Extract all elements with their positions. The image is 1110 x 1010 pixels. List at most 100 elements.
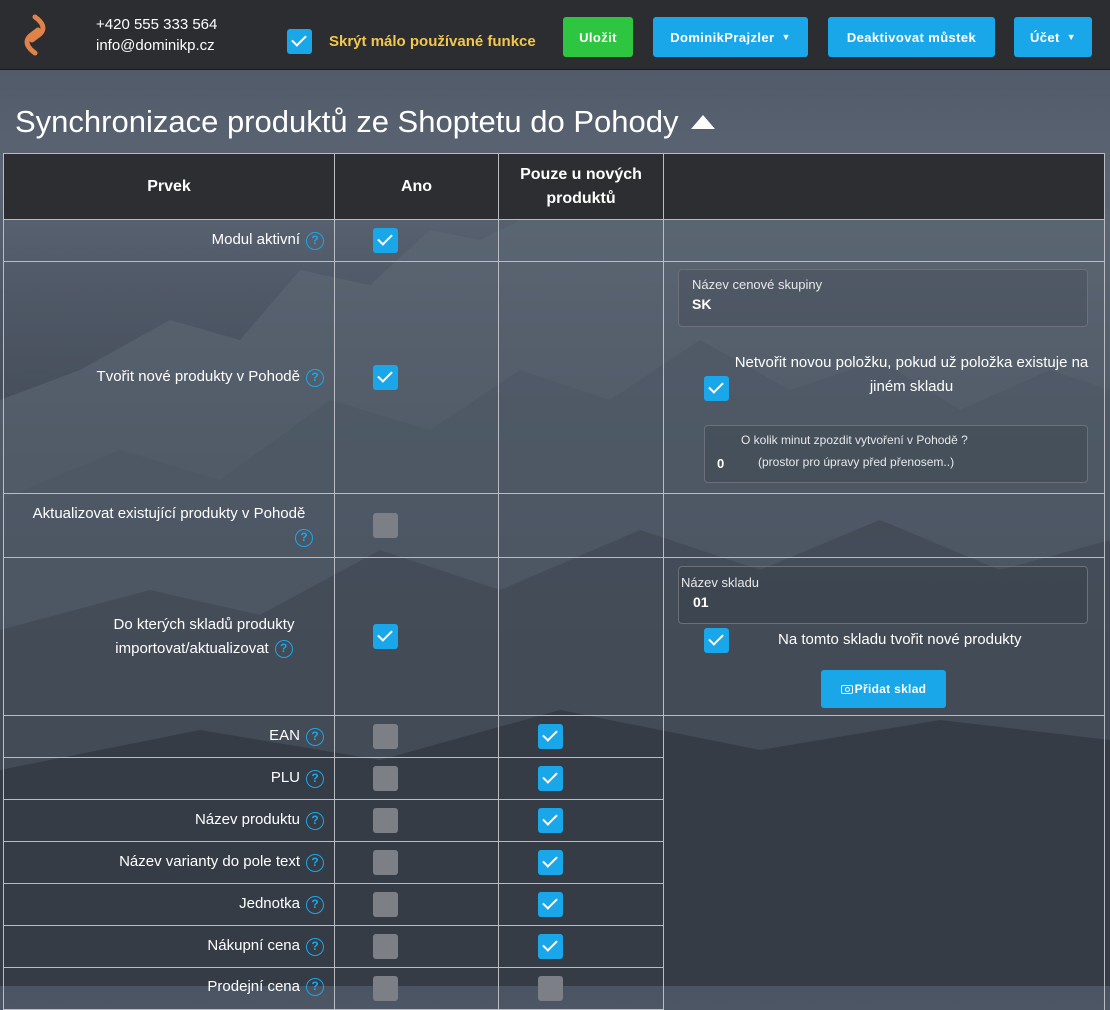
warehouse-options-cell: Název skladu 01 Na tomto skladu tvořit n…	[663, 557, 1105, 716]
caret-down-icon: ▼	[1066, 32, 1077, 42]
table-row: Do kterých skladů produkty importovat/ak…	[3, 557, 1105, 716]
yes-cell	[334, 757, 499, 800]
yes-checkbox[interactable]	[373, 808, 398, 833]
yes-cell	[334, 493, 499, 558]
new-only-checkbox[interactable]	[538, 934, 563, 959]
yes-checkbox[interactable]	[373, 850, 398, 875]
new-only-cell	[498, 261, 664, 494]
yes-checkbox[interactable]	[373, 624, 398, 649]
yes-cell	[334, 799, 499, 842]
delay-label: O kolik minut zpozdit vytvoření v Pohodě…	[741, 433, 968, 447]
warehouse-name-field[interactable]: Název skladu 01	[678, 566, 1088, 624]
dont-create-if-exists-label: Netvořit novou položku, pokud už položka…	[734, 354, 1089, 395]
user-dropdown-button[interactable]: DominikPrajzler ▼	[653, 17, 808, 57]
page-title-text: Synchronizace produktů ze Shoptetu do Po…	[15, 104, 679, 139]
account-dropdown-label: Účet	[1029, 29, 1060, 45]
row-label-text: Název varianty do pole text	[119, 853, 300, 871]
hide-rare-features-toggle[interactable]: Skrýt málo používané funkce	[287, 29, 536, 54]
yes-cell	[334, 261, 499, 494]
row-label-text: Nákupní cena	[207, 937, 300, 955]
yes-cell	[334, 219, 499, 262]
row-label-text: Aktualizovat existující produkty v Pohod…	[32, 504, 306, 522]
help-icon[interactable]: ?	[306, 231, 324, 250]
hide-rare-checkbox[interactable]	[287, 29, 312, 54]
top-bar: +420 555 333 564 info@dominikp.cz Skrýt …	[0, 0, 1110, 70]
row-label-text: PLU	[270, 769, 300, 787]
yes-checkbox[interactable]	[373, 724, 398, 749]
new-only-cell	[498, 557, 664, 716]
help-icon[interactable]: ?	[306, 937, 324, 956]
row-label: Do kterých skladů produkty importovat/ak…	[3, 557, 335, 716]
warehouse-name-value[interactable]: 01	[693, 594, 1087, 610]
new-only-checkbox[interactable]	[538, 724, 563, 749]
options-cell	[663, 493, 1105, 558]
help-icon[interactable]: ?	[274, 639, 293, 658]
help-icon[interactable]: ?	[295, 528, 313, 547]
phone-number: +420 555 333 564	[96, 16, 218, 33]
new-only-cell	[498, 799, 664, 842]
table-header-row: Prvek Ano Pouze u nových produktů	[3, 153, 1105, 220]
help-icon[interactable]: ?	[306, 853, 324, 872]
row-label: Název varianty do pole text?	[3, 841, 335, 884]
row-label: Tvořit nové produkty v Pohodě?	[3, 261, 335, 494]
yes-checkbox[interactable]	[373, 892, 398, 917]
new-only-cell	[498, 967, 664, 1010]
delay-minutes-field[interactable]: O kolik minut zpozdit vytvoření v Pohodě…	[704, 425, 1088, 483]
row-label: EAN?	[3, 715, 335, 758]
caret-down-icon: ▼	[781, 32, 791, 42]
price-group-value[interactable]: SK	[692, 296, 1087, 312]
yes-checkbox[interactable]	[373, 976, 398, 1001]
row-label: Aktualizovat existující produkty v Pohod…	[3, 493, 335, 558]
create-in-warehouse-checkbox[interactable]	[704, 628, 729, 653]
row-label-text: EAN	[269, 727, 300, 745]
new-only-checkbox[interactable]	[538, 808, 563, 833]
row-label: Název produktu?	[3, 799, 335, 842]
row-label: Prodejní cena?	[3, 967, 335, 1010]
save-button[interactable]: Uložit	[563, 17, 633, 57]
help-icon[interactable]: ?	[306, 978, 324, 997]
header-new-only: Pouze u nových produktů	[498, 153, 664, 220]
yes-checkbox[interactable]	[373, 513, 398, 538]
new-only-checkbox[interactable]	[538, 976, 563, 1001]
header-yes: Ano	[334, 153, 499, 220]
row-label: Jednotka?	[3, 883, 335, 926]
hide-rare-label: Skrýt málo používané funkce	[329, 33, 536, 50]
table-row: Modul aktivní?	[3, 219, 1105, 262]
deactivate-bridge-button[interactable]: Deaktivovat můstek	[828, 17, 995, 57]
yes-checkbox[interactable]	[373, 766, 398, 791]
yes-cell	[334, 557, 499, 716]
delay-value[interactable]: 0	[717, 456, 724, 471]
new-only-checkbox[interactable]	[538, 850, 563, 875]
help-icon[interactable]: ?	[306, 769, 324, 788]
new-only-checkbox[interactable]	[538, 766, 563, 791]
warehouse-name-label: Název skladu	[681, 575, 760, 590]
yes-checkbox[interactable]	[373, 228, 398, 253]
help-icon[interactable]: ?	[306, 811, 324, 830]
add-warehouse-label: Přidat sklad	[854, 682, 927, 696]
options-cell	[663, 219, 1105, 262]
email-address: info@dominikp.cz	[96, 37, 215, 54]
logo-icon	[24, 14, 46, 56]
table-row: EAN?	[3, 715, 1105, 1010]
yes-checkbox[interactable]	[373, 934, 398, 959]
price-group-field[interactable]: Název cenové skupiny SK	[678, 269, 1088, 327]
price-group-label: Název cenové skupiny	[692, 277, 823, 292]
collapse-triangle-icon[interactable]	[690, 115, 715, 129]
deactivate-bridge-label: Deaktivovat můstek	[846, 29, 977, 45]
help-icon[interactable]: ?	[306, 368, 324, 387]
header-element: Prvek	[3, 153, 335, 220]
help-icon[interactable]: ?	[306, 727, 324, 746]
yes-checkbox[interactable]	[373, 365, 398, 390]
account-dropdown-button[interactable]: Účet ▼	[1014, 17, 1092, 57]
yes-cell	[334, 841, 499, 884]
new-only-checkbox[interactable]	[538, 892, 563, 917]
help-icon[interactable]: ?	[306, 895, 324, 914]
new-only-cell	[498, 757, 664, 800]
new-only-cell	[498, 841, 664, 884]
row-label-text: Jednotka	[239, 895, 300, 913]
page-title[interactable]: Synchronizace produktů ze Shoptetu do Po…	[15, 104, 715, 140]
row-label: PLU?	[3, 757, 335, 800]
create-in-warehouse-label: Na tomto skladu tvořit nové produkty	[778, 631, 1022, 648]
create-products-options-cell: Název cenové skupiny SK Netvořit novou p…	[663, 261, 1105, 494]
add-warehouse-button[interactable]: Přidat sklad	[821, 670, 946, 708]
